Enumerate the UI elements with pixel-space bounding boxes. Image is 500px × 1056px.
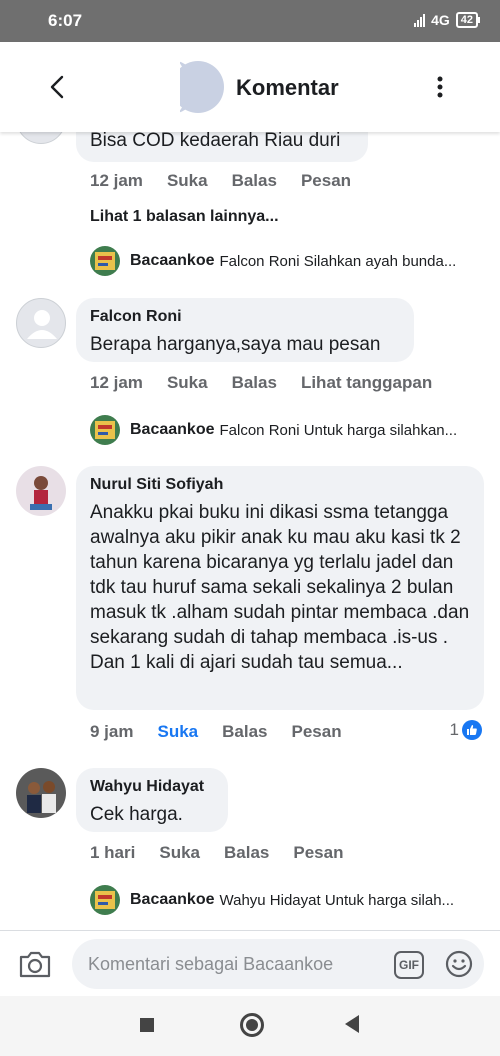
view-reactions-button[interactable]: Lihat tanggapan xyxy=(301,373,432,393)
comment-text: Anakku pkai buku ini dikasi ssma tetangg… xyxy=(90,502,470,673)
reply-author: Bacaankoe xyxy=(130,252,215,269)
comment-author[interactable]: Wahyu Hidayat xyxy=(90,778,214,796)
reply-button[interactable]: Balas xyxy=(222,722,267,742)
comment-author[interactable]: Nurul Siti Sofiyah xyxy=(90,476,470,494)
battery-level: 42 xyxy=(460,14,473,26)
reply-text: Falcon Roni Untuk harga silahkan... xyxy=(219,421,458,439)
comment-bubble: Bisa COD kedaerah Riau duri xyxy=(76,132,368,162)
back-triangle-icon[interactable] xyxy=(345,1015,359,1033)
status-time: 6:07 xyxy=(48,11,83,30)
comment-actions: 9 jam Suka Balas Pesan xyxy=(90,722,366,742)
comment-text: Cek harga. xyxy=(90,804,183,825)
comment-text: Bisa COD kedaerah Riau duri xyxy=(90,132,341,151)
page-avatar xyxy=(90,246,120,276)
avatar[interactable] xyxy=(16,298,66,348)
network-label: 4G xyxy=(431,12,450,28)
gif-label: GIF xyxy=(399,958,419,972)
emoji-icon[interactable] xyxy=(444,949,474,979)
comment-input-placeholder: Komentari sebagai Bacaankoe xyxy=(88,954,334,974)
page-reply[interactable]: Bacaankoe Falcon Roni Silahkan ayah bund… xyxy=(90,246,456,276)
comment-time: 12 jam xyxy=(90,171,143,190)
avatar[interactable] xyxy=(16,132,66,144)
page-title: Komentar xyxy=(236,75,339,100)
reply-button[interactable]: Balas xyxy=(232,171,277,191)
avatar[interactable] xyxy=(16,768,66,818)
message-button[interactable]: Pesan xyxy=(292,722,342,742)
comment-bubble: Wahyu Hidayat Cek harga. xyxy=(76,768,228,832)
like-button[interactable]: Suka xyxy=(167,171,208,191)
page-reply[interactable]: Bacaankoe Wahyu Hidayat Untuk harga sila… xyxy=(90,885,454,915)
camera-icon[interactable] xyxy=(18,949,52,979)
message-button[interactable]: Pesan xyxy=(301,171,351,191)
reply-text: Falcon Roni Silahkan ayah bunda... xyxy=(219,252,457,270)
comment-time: 1 hari xyxy=(90,843,136,862)
comment-input[interactable]: Komentari sebagai Bacaankoe GIF xyxy=(72,939,484,989)
like-count[interactable]: 1 xyxy=(450,720,482,740)
recent-apps-icon[interactable] xyxy=(140,1018,154,1032)
gif-icon[interactable]: GIF xyxy=(394,951,424,979)
system-nav-bar xyxy=(0,996,500,1056)
signal-icon xyxy=(414,13,426,27)
more-vertical-icon[interactable] xyxy=(430,72,450,102)
like-button[interactable]: Suka xyxy=(167,373,208,393)
comment-bubble: Nurul Siti Sofiyah Anakku pkai buku ini … xyxy=(76,466,484,710)
comment-time: 12 jam xyxy=(90,373,143,392)
home-icon[interactable] xyxy=(240,1013,264,1037)
avatar[interactable] xyxy=(16,466,66,516)
page-avatar xyxy=(90,885,120,915)
page-avatar-icon xyxy=(172,59,224,115)
comment-actions: 12 jam Suka Balas Lihat tanggapan xyxy=(90,373,456,393)
comment-time: 9 jam xyxy=(90,722,134,741)
default-avatar-icon xyxy=(27,310,57,339)
comment-author[interactable]: Falcon Roni xyxy=(90,308,400,326)
thumbs-up-icon xyxy=(462,720,482,740)
like-button[interactable]: Suka xyxy=(157,722,198,742)
status-bar: 6:07 4G 42 xyxy=(0,0,500,42)
comment-actions: 12 jam Suka Balas Pesan xyxy=(90,171,375,191)
top-bar: Komentar xyxy=(0,42,500,132)
page-avatar xyxy=(90,415,120,445)
reply-text: Wahyu Hidayat Untuk harga silah... xyxy=(219,891,455,909)
status-icons: 4G 42 xyxy=(414,12,481,28)
page-reply[interactable]: Bacaankoe Falcon Roni Untuk harga silahk… xyxy=(90,415,457,445)
reply-button[interactable]: Balas xyxy=(224,843,269,863)
reply-author: Bacaankoe xyxy=(130,421,215,438)
comment-bubble: Falcon Roni Berapa harganya,saya mau pes… xyxy=(76,298,414,362)
like-count-value: 1 xyxy=(449,720,459,739)
comment-composer: Komentari sebagai Bacaankoe GIF xyxy=(0,930,500,996)
comment-list: Bisa COD kedaerah Riau duri 12 jam Suka … xyxy=(0,132,500,930)
reply-button[interactable]: Balas xyxy=(232,373,277,393)
comment-actions: 1 hari Suka Balas Pesan xyxy=(90,843,367,863)
like-button[interactable]: Suka xyxy=(159,843,200,863)
message-button[interactable]: Pesan xyxy=(293,843,343,863)
arrow-left-icon[interactable] xyxy=(44,72,70,102)
reply-author: Bacaankoe xyxy=(130,891,215,908)
view-more-replies-link[interactable]: Lihat 1 balasan lainnya... xyxy=(90,208,279,226)
battery-icon: 42 xyxy=(455,12,481,28)
comment-text: Berapa harganya,saya mau pesan xyxy=(90,334,381,355)
